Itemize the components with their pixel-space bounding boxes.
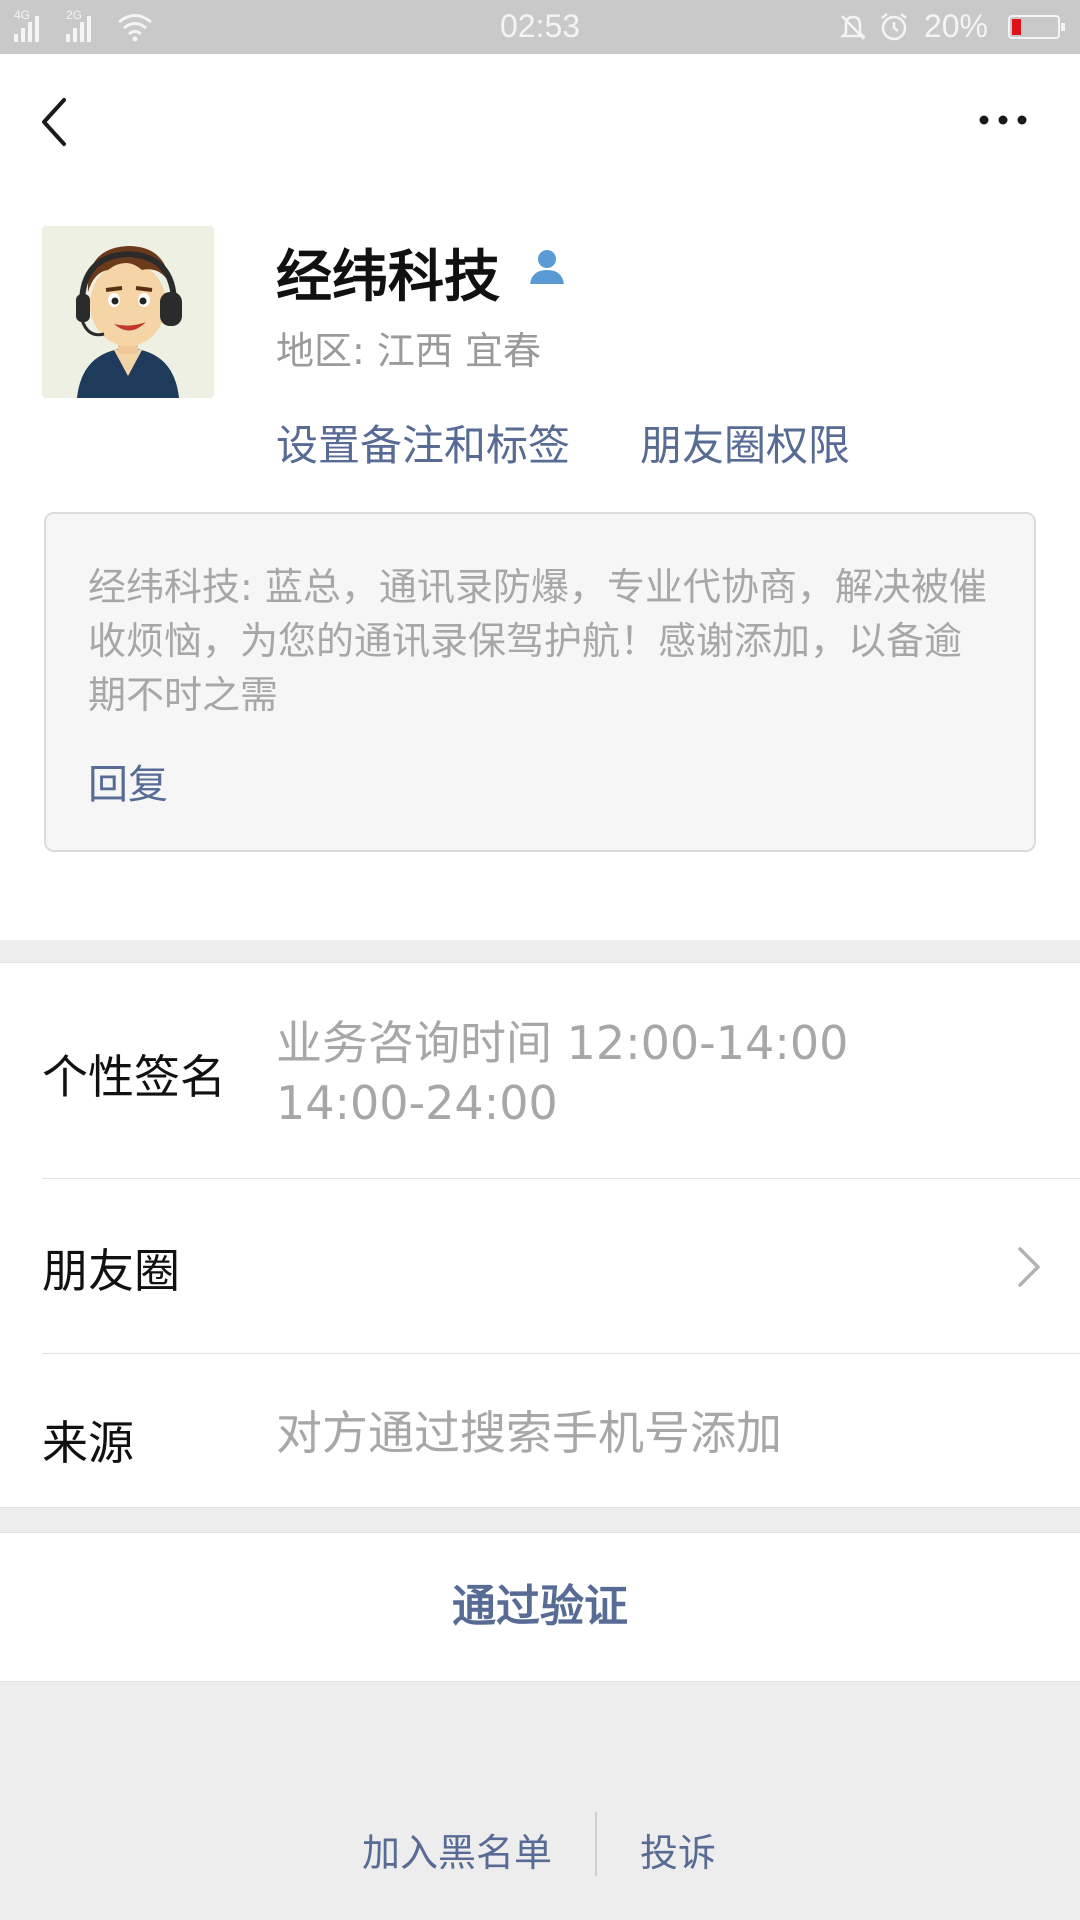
contact-person-icon: [530, 250, 564, 284]
cartoon-agent-avatar-icon: [42, 226, 214, 398]
status-bar: 4G 2G 02:53 20%: [0, 0, 1080, 54]
contact-name: 经纬科技: [276, 245, 500, 310]
signature-value-line2: 14:00-24:00: [276, 1076, 558, 1130]
source-value: 对方通过搜索手机号添加: [276, 1406, 782, 1460]
chevron-right-icon: [1018, 1247, 1040, 1287]
alarm-icon: [881, 13, 907, 41]
verification-message-text: 经纬科技: 蓝总，通讯录防爆，专业代协商，解决被催收烦恼，为您的通讯录保驾护航！…: [88, 565, 987, 717]
bottom-link-separator: [595, 1812, 597, 1876]
battery-level-fill: [1012, 19, 1021, 35]
set-remark-and-tags-link[interactable]: 设置备注和标签: [276, 412, 570, 473]
moments-row[interactable]: 朋友圈: [0, 1179, 1080, 1353]
complain-link[interactable]: 投诉: [640, 1822, 716, 1877]
region-text: 地区: 江西 宜春: [276, 329, 541, 373]
row-divider: [42, 1353, 1080, 1354]
avatar[interactable]: [42, 226, 214, 398]
battery-percent: 20%: [923, 8, 988, 44]
source-label: 来源: [42, 1416, 134, 1470]
info-section: 个性签名 业务咨询时间 12:00-14:00 14:00-24:00 朋友圈 …: [0, 962, 1080, 1508]
bell-muted-icon: [839, 15, 867, 40]
more-dots-icon[interactable]: [976, 102, 1030, 142]
pass-verification-button[interactable]: 通过验证: [0, 1533, 1080, 1681]
signature-label: 个性签名: [42, 1050, 226, 1104]
verification-message-box: 经纬科技: 蓝总，通讯录防爆，专业代协商，解决被催收烦恼，为您的通讯录保驾护航！…: [44, 512, 1036, 852]
reply-link[interactable]: 回复: [88, 752, 168, 810]
moments-permission-link[interactable]: 朋友圈权限: [640, 412, 850, 473]
verify-section: 通过验证: [0, 1532, 1080, 1682]
moments-label: 朋友圈: [42, 1244, 180, 1298]
status-time: 02:53: [499, 8, 581, 44]
signature-value-line1: 业务咨询时间 12:00-14:00: [276, 1016, 849, 1070]
add-to-blacklist-link[interactable]: 加入黑名单: [362, 1822, 552, 1877]
battery-icon: [1008, 15, 1065, 39]
chevron-left-icon[interactable]: [36, 96, 76, 148]
